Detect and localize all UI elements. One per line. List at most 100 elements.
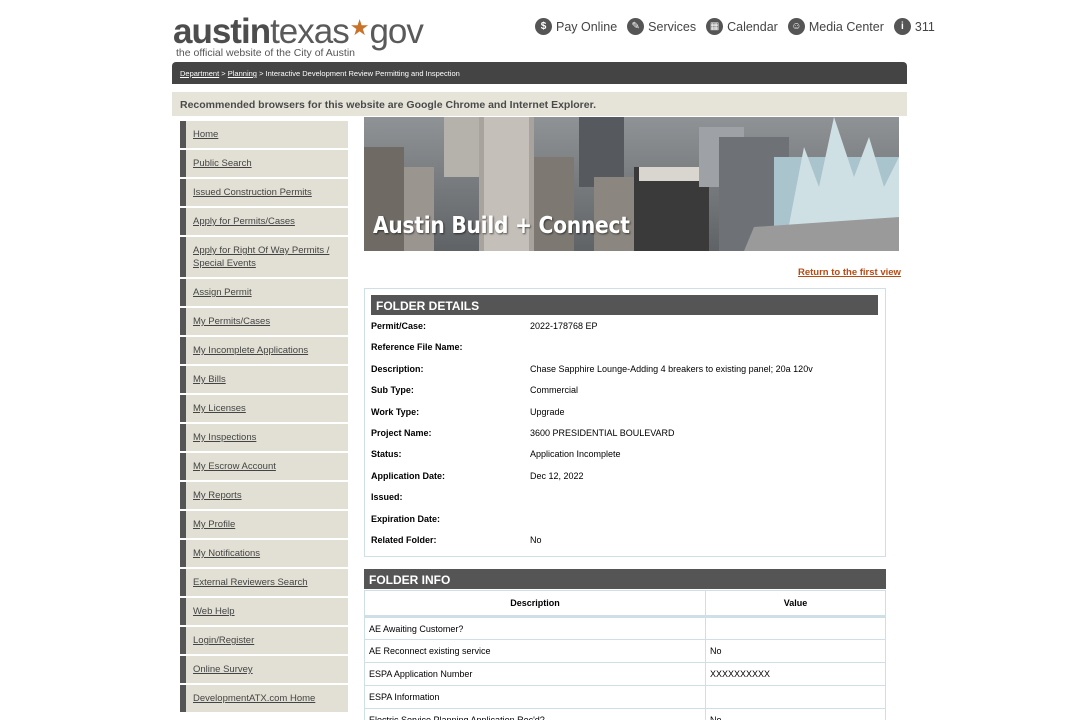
table-row: AE Awaiting Customer?: [364, 616, 886, 640]
detail-row: Project Name: 3600 PRESIDENTIAL BOULEVARD: [371, 428, 675, 438]
detail-row: Expiration Date:: [371, 514, 530, 524]
detail-row: Permit/Case: 2022-178768 EP: [371, 321, 598, 331]
breadcrumb: Department > Planning > Interactive Deve…: [172, 62, 907, 84]
sidebar-item-home[interactable]: Home: [180, 121, 348, 148]
detail-row: Status: Application Incomplete: [371, 449, 621, 459]
sidebar-item-label: External Reviewers Search: [193, 577, 308, 588]
detail-label: Application Date:: [371, 471, 446, 481]
table-cell-description: ESPA Application Number: [364, 662, 706, 686]
sidebar-item-my-notifications[interactable]: My Notifications: [180, 540, 348, 567]
detail-value: 2022-178768 EP: [530, 321, 598, 331]
table-cell-description: AE Awaiting Customer?: [364, 616, 706, 640]
star-icon: ★: [349, 15, 370, 40]
sidebar-item-apply-permits[interactable]: Apply for Permits/Cases: [180, 208, 348, 235]
sidebar-item-public-search[interactable]: Public Search: [180, 150, 348, 177]
detail-row: Related Folder: No: [371, 535, 542, 545]
detail-label: Reference File Name:: [371, 342, 463, 352]
sidebar-item-online-survey[interactable]: Online Survey: [180, 656, 348, 683]
sidebar-item-external-reviewers-search[interactable]: External Reviewers Search: [180, 569, 348, 596]
sidebar-item-label: Apply for Right Of Way Permits / Special…: [193, 245, 330, 269]
sidebar-item-issued-construction-permits[interactable]: Issued Construction Permits: [180, 179, 348, 206]
table-cell-description: AE Reconnect existing service: [364, 639, 706, 663]
sidebar-item-developmentatx-home[interactable]: DevelopmentATX.com Home: [180, 685, 348, 712]
top-navigation: $ Pay Online ✎ Services ▦ Calendar ☺ Med…: [535, 18, 935, 35]
sidebar-item-label: Web Help: [193, 606, 235, 617]
detail-row: Application Date: Dec 12, 2022: [371, 471, 584, 481]
detail-label: Expiration Date:: [371, 514, 441, 524]
table-header-row: Description Value: [364, 590, 886, 618]
nav-311[interactable]: i 311: [893, 18, 935, 35]
sidebar-item-label: Online Survey: [193, 664, 253, 675]
sidebar-item-label: My Permits/Cases: [193, 316, 271, 327]
sidebar-item-label: My Incomplete Applications: [193, 345, 309, 356]
column-header-description: Description: [364, 590, 706, 618]
sidebar-item-my-licenses[interactable]: My Licenses: [180, 395, 348, 422]
sidebar-item-label: Issued Construction Permits: [193, 187, 312, 198]
detail-value: Dec 12, 2022: [530, 471, 584, 481]
detail-value: Application Incomplete: [530, 449, 621, 459]
sidebar-item-apply-row-permits[interactable]: Apply for Right Of Way Permits / Special…: [180, 237, 348, 277]
sidebar-item-my-inspections[interactable]: My Inspections: [180, 424, 348, 451]
calendar-icon: ▦: [706, 18, 724, 35]
sidebar-item-label: Login/Register: [193, 635, 255, 646]
detail-label: Project Name:: [371, 428, 432, 438]
hero-title: Austin Build + Connect: [373, 213, 630, 239]
table-cell-value: No: [705, 708, 886, 720]
detail-value: No: [530, 535, 542, 545]
sidebar-item-assign-permit[interactable]: Assign Permit: [180, 279, 348, 306]
logo-tagline: the official website of the City of Aust…: [176, 47, 355, 59]
austin-logo[interactable]: austintexas★gov the official website of …: [173, 10, 424, 60]
breadcrumb-current: Interactive Development Review Permittin…: [265, 69, 460, 78]
sidebar-item-label: Assign Permit: [193, 287, 252, 298]
table-cell-value: XXXXXXXXXX: [705, 662, 886, 686]
sidebar-item-label: Public Search: [193, 158, 252, 169]
detail-label: Work Type:: [371, 407, 420, 417]
detail-label: Permit/Case:: [371, 321, 427, 331]
table-cell-value: No: [705, 639, 886, 663]
sidebar-item-web-help[interactable]: Web Help: [180, 598, 348, 625]
sidebar-item-label: My Reports: [193, 490, 242, 501]
nav-label: Services: [648, 19, 697, 34]
logo-wordmark: austintexas★gov: [173, 12, 424, 51]
return-to-first-view-link[interactable]: Return to the first view: [798, 267, 901, 278]
nav-label: Media Center: [808, 19, 884, 34]
table-cell-value: [705, 685, 886, 709]
nav-calendar[interactable]: ▦ Calendar: [706, 18, 778, 35]
hero-banner: Austin Build + Connect: [364, 117, 899, 251]
sidebar-item-label: Home: [193, 129, 219, 140]
detail-label: Sub Type:: [371, 385, 414, 395]
table-row: Electric Service Planning Application Re…: [364, 708, 886, 720]
nav-label: Calendar: [727, 19, 778, 34]
folder-details-panel: FOLDER DETAILS Permit/Case: 2022-178768 E…: [364, 288, 886, 557]
breadcrumb-department[interactable]: Department: [180, 69, 219, 78]
table-row: ESPA Application Number XXXXXXXXXX: [364, 662, 886, 686]
breadcrumb-planning[interactable]: Planning: [228, 69, 257, 78]
services-icon: ✎: [627, 18, 645, 35]
detail-value: Upgrade: [530, 407, 565, 417]
sidebar-item-my-permits[interactable]: My Permits/Cases: [180, 308, 348, 335]
sidebar-item-my-incomplete-applications[interactable]: My Incomplete Applications: [180, 337, 348, 364]
detail-row: Sub Type: Commercial: [371, 385, 578, 395]
nav-media-center[interactable]: ☺ Media Center: [787, 18, 884, 35]
sidebar-item-my-escrow-account[interactable]: My Escrow Account: [180, 453, 348, 480]
sidebar-item-my-bills[interactable]: My Bills: [180, 366, 348, 393]
detail-row: Reference File Name:: [371, 342, 530, 352]
table-cell-description: ESPA Information: [364, 685, 706, 709]
detail-value: 3600 PRESIDENTIAL BOULEVARD: [530, 428, 675, 438]
media-center-icon: ☺: [787, 18, 805, 35]
pay-online-icon: $: [535, 18, 552, 35]
detail-row: Description: Chase Sapphire Lounge-Adding…: [371, 364, 813, 374]
sidebar-item-label: My Notifications: [193, 548, 261, 559]
table-cell-value: [705, 616, 886, 640]
sidebar-item-label: My Escrow Account: [193, 461, 276, 472]
sidebar-item-label: My Profile: [193, 519, 236, 530]
sidebar-item-login-register[interactable]: Login/Register: [180, 627, 348, 654]
sidebar-item-my-profile[interactable]: My Profile: [180, 511, 348, 538]
folder-details-title: FOLDER DETAILS: [371, 295, 878, 315]
nav-pay-online[interactable]: $ Pay Online: [535, 18, 617, 35]
table-cell-description: Electric Service Planning Application Re…: [364, 708, 706, 720]
nav-label: 311: [914, 19, 935, 34]
nav-label: Pay Online: [556, 19, 618, 34]
nav-services[interactable]: ✎ Services: [627, 18, 696, 35]
sidebar-item-my-reports[interactable]: My Reports: [180, 482, 348, 509]
